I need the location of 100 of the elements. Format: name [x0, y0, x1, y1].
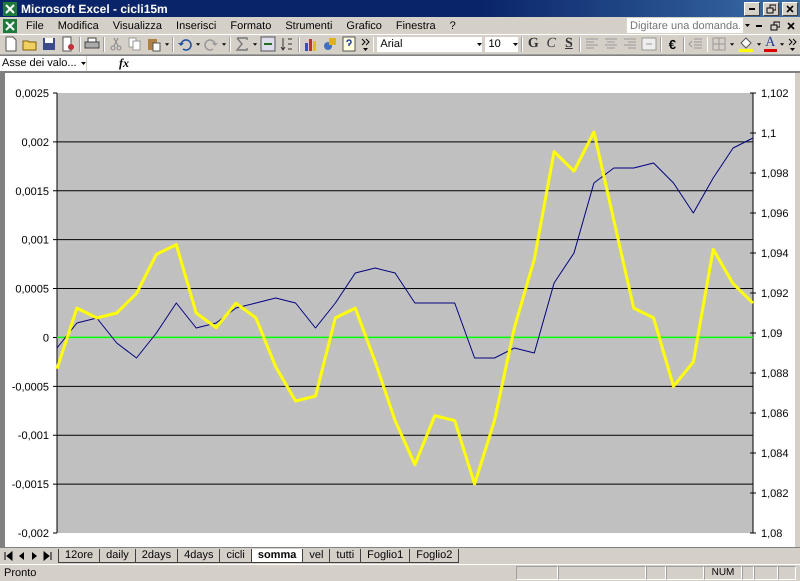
chevron-icon: [360, 36, 370, 52]
menu-item[interactable]: ?: [444, 18, 462, 33]
axis-label: -0,0015: [12, 478, 49, 491]
app-icon: [2, 0, 18, 17]
menu-item[interactable]: Finestra: [390, 18, 442, 33]
menu-item[interactable]: Visualizza: [106, 18, 168, 33]
caret-icon[interactable]: [730, 42, 735, 46]
sheet-tab[interactable]: vel: [302, 548, 330, 563]
axis-label: 1,094: [761, 248, 789, 260]
merge-icon: [641, 36, 658, 52]
save-button[interactable]: [41, 36, 57, 53]
chevron-icon: [786, 36, 797, 52]
axis-label: 0,0015: [15, 185, 49, 198]
help-search-field[interactable]: Digitare una domanda.: [627, 18, 743, 34]
axis-label: 1,1: [761, 128, 776, 140]
sheet-tab[interactable]: tutti: [329, 548, 362, 563]
fill-color-icon: [738, 36, 754, 52]
caret-icon: [513, 42, 518, 46]
permission-button[interactable]: [60, 36, 76, 53]
caret-icon: [81, 62, 86, 65]
sheet-tab[interactable]: 2days: [134, 548, 178, 563]
help-button[interactable]: [340, 36, 357, 53]
drawing-icon: [322, 36, 338, 52]
caret-icon[interactable]: [252, 42, 257, 46]
first-sheet-icon: [4, 550, 13, 561]
minimize-button[interactable]: [744, 2, 760, 16]
fill-color-button[interactable]: [738, 36, 754, 53]
bold-button[interactable]: G: [526, 36, 541, 53]
help-icon: [340, 36, 357, 52]
toolbar-overflow-button[interactable]: [360, 36, 370, 53]
status-panel: [778, 566, 796, 580]
caret-icon: [477, 42, 482, 46]
toolbar-overflow-button[interactable]: [786, 36, 797, 53]
axis-label: 1,08: [761, 528, 782, 540]
axis-label: 1,092: [761, 288, 789, 300]
cut-icon: [108, 36, 124, 52]
font-dropdown[interactable]: Arial: [377, 36, 482, 52]
axis-label: -0,002: [18, 528, 49, 540]
status-text: Pronto: [4, 566, 38, 579]
restore-button[interactable]: [768, 18, 782, 33]
restore-icon: [766, 4, 776, 14]
copy-icon: [126, 36, 143, 52]
menu-item[interactable]: Inserisci: [170, 18, 222, 33]
sort-button[interactable]: [278, 36, 295, 53]
sheet-tab[interactable]: somma: [250, 548, 304, 563]
sort-icon: [278, 36, 295, 52]
axis-label: 1,09: [761, 328, 782, 340]
previous-sheet-icon: [17, 550, 26, 561]
caret-icon[interactable]: [756, 42, 761, 46]
axis-label: 0,002: [21, 136, 49, 148]
insert-function-button[interactable]: fx: [119, 56, 129, 71]
redo-icon: [202, 36, 219, 52]
sheet-tab[interactable]: Foglio1: [360, 548, 410, 563]
last-sheet-button[interactable]: [41, 548, 54, 563]
currency-button[interactable]: €: [665, 36, 680, 53]
restore-button[interactable]: [763, 2, 779, 16]
caret-icon[interactable]: [164, 42, 169, 46]
save-icon: [41, 36, 57, 52]
num-lock-indicator: NUM: [704, 566, 742, 580]
close-button[interactable]: [782, 2, 798, 16]
axis-label: 0,001: [21, 234, 49, 246]
axis-label: -0,001: [18, 430, 49, 442]
sheet-tab[interactable]: cicli: [219, 548, 252, 563]
sheet-tab[interactable]: daily: [99, 548, 136, 563]
menu-item[interactable]: Formato: [224, 18, 278, 33]
close-icon: [786, 20, 796, 31]
new-button[interactable]: [3, 36, 19, 53]
next-sheet-icon: [30, 550, 39, 561]
borders-icon: [711, 36, 728, 52]
axis-label: 0: [42, 332, 49, 344]
menu-item[interactable]: Modifica: [52, 18, 105, 33]
axis-label: 1,084: [761, 448, 789, 460]
axis-label: 1,098: [761, 168, 789, 180]
caret-icon[interactable]: [745, 24, 750, 28]
paste-icon: [146, 36, 162, 52]
caret-icon[interactable]: [222, 42, 226, 46]
window-title: Microsoft Excel - cicli15m: [21, 2, 169, 16]
axis-label: 1,096: [761, 208, 789, 220]
caret-icon[interactable]: [780, 42, 784, 46]
last-sheet-icon: [43, 550, 52, 561]
menu-item[interactable]: Strumenti: [279, 18, 338, 33]
name-box[interactable]: Asse dei valo...: [0, 56, 87, 71]
minimize-icon: [749, 8, 755, 10]
menu-item[interactable]: Grafico: [340, 18, 388, 33]
sheet-tab[interactable]: 12ore: [58, 548, 100, 563]
font-color-button[interactable]: A: [764, 36, 777, 52]
undo-icon: [176, 36, 193, 52]
close-icon: [785, 4, 795, 14]
font-size-dropdown[interactable]: 10: [485, 36, 518, 52]
sheet-tab[interactable]: Foglio2: [409, 548, 460, 563]
chart-wizard-icon: [302, 36, 319, 52]
caret-icon[interactable]: [196, 42, 200, 46]
sheet-tab[interactable]: 4days: [177, 548, 220, 563]
axis-label: 0,0025: [15, 88, 49, 100]
underline-button[interactable]: S: [562, 36, 576, 53]
axis-label: 1,082: [761, 488, 789, 500]
first-sheet-button[interactable]: [2, 548, 15, 563]
axis-label: -0,0005: [12, 380, 49, 393]
italic-button[interactable]: C: [544, 36, 559, 53]
menu-item[interactable]: File: [20, 18, 50, 33]
